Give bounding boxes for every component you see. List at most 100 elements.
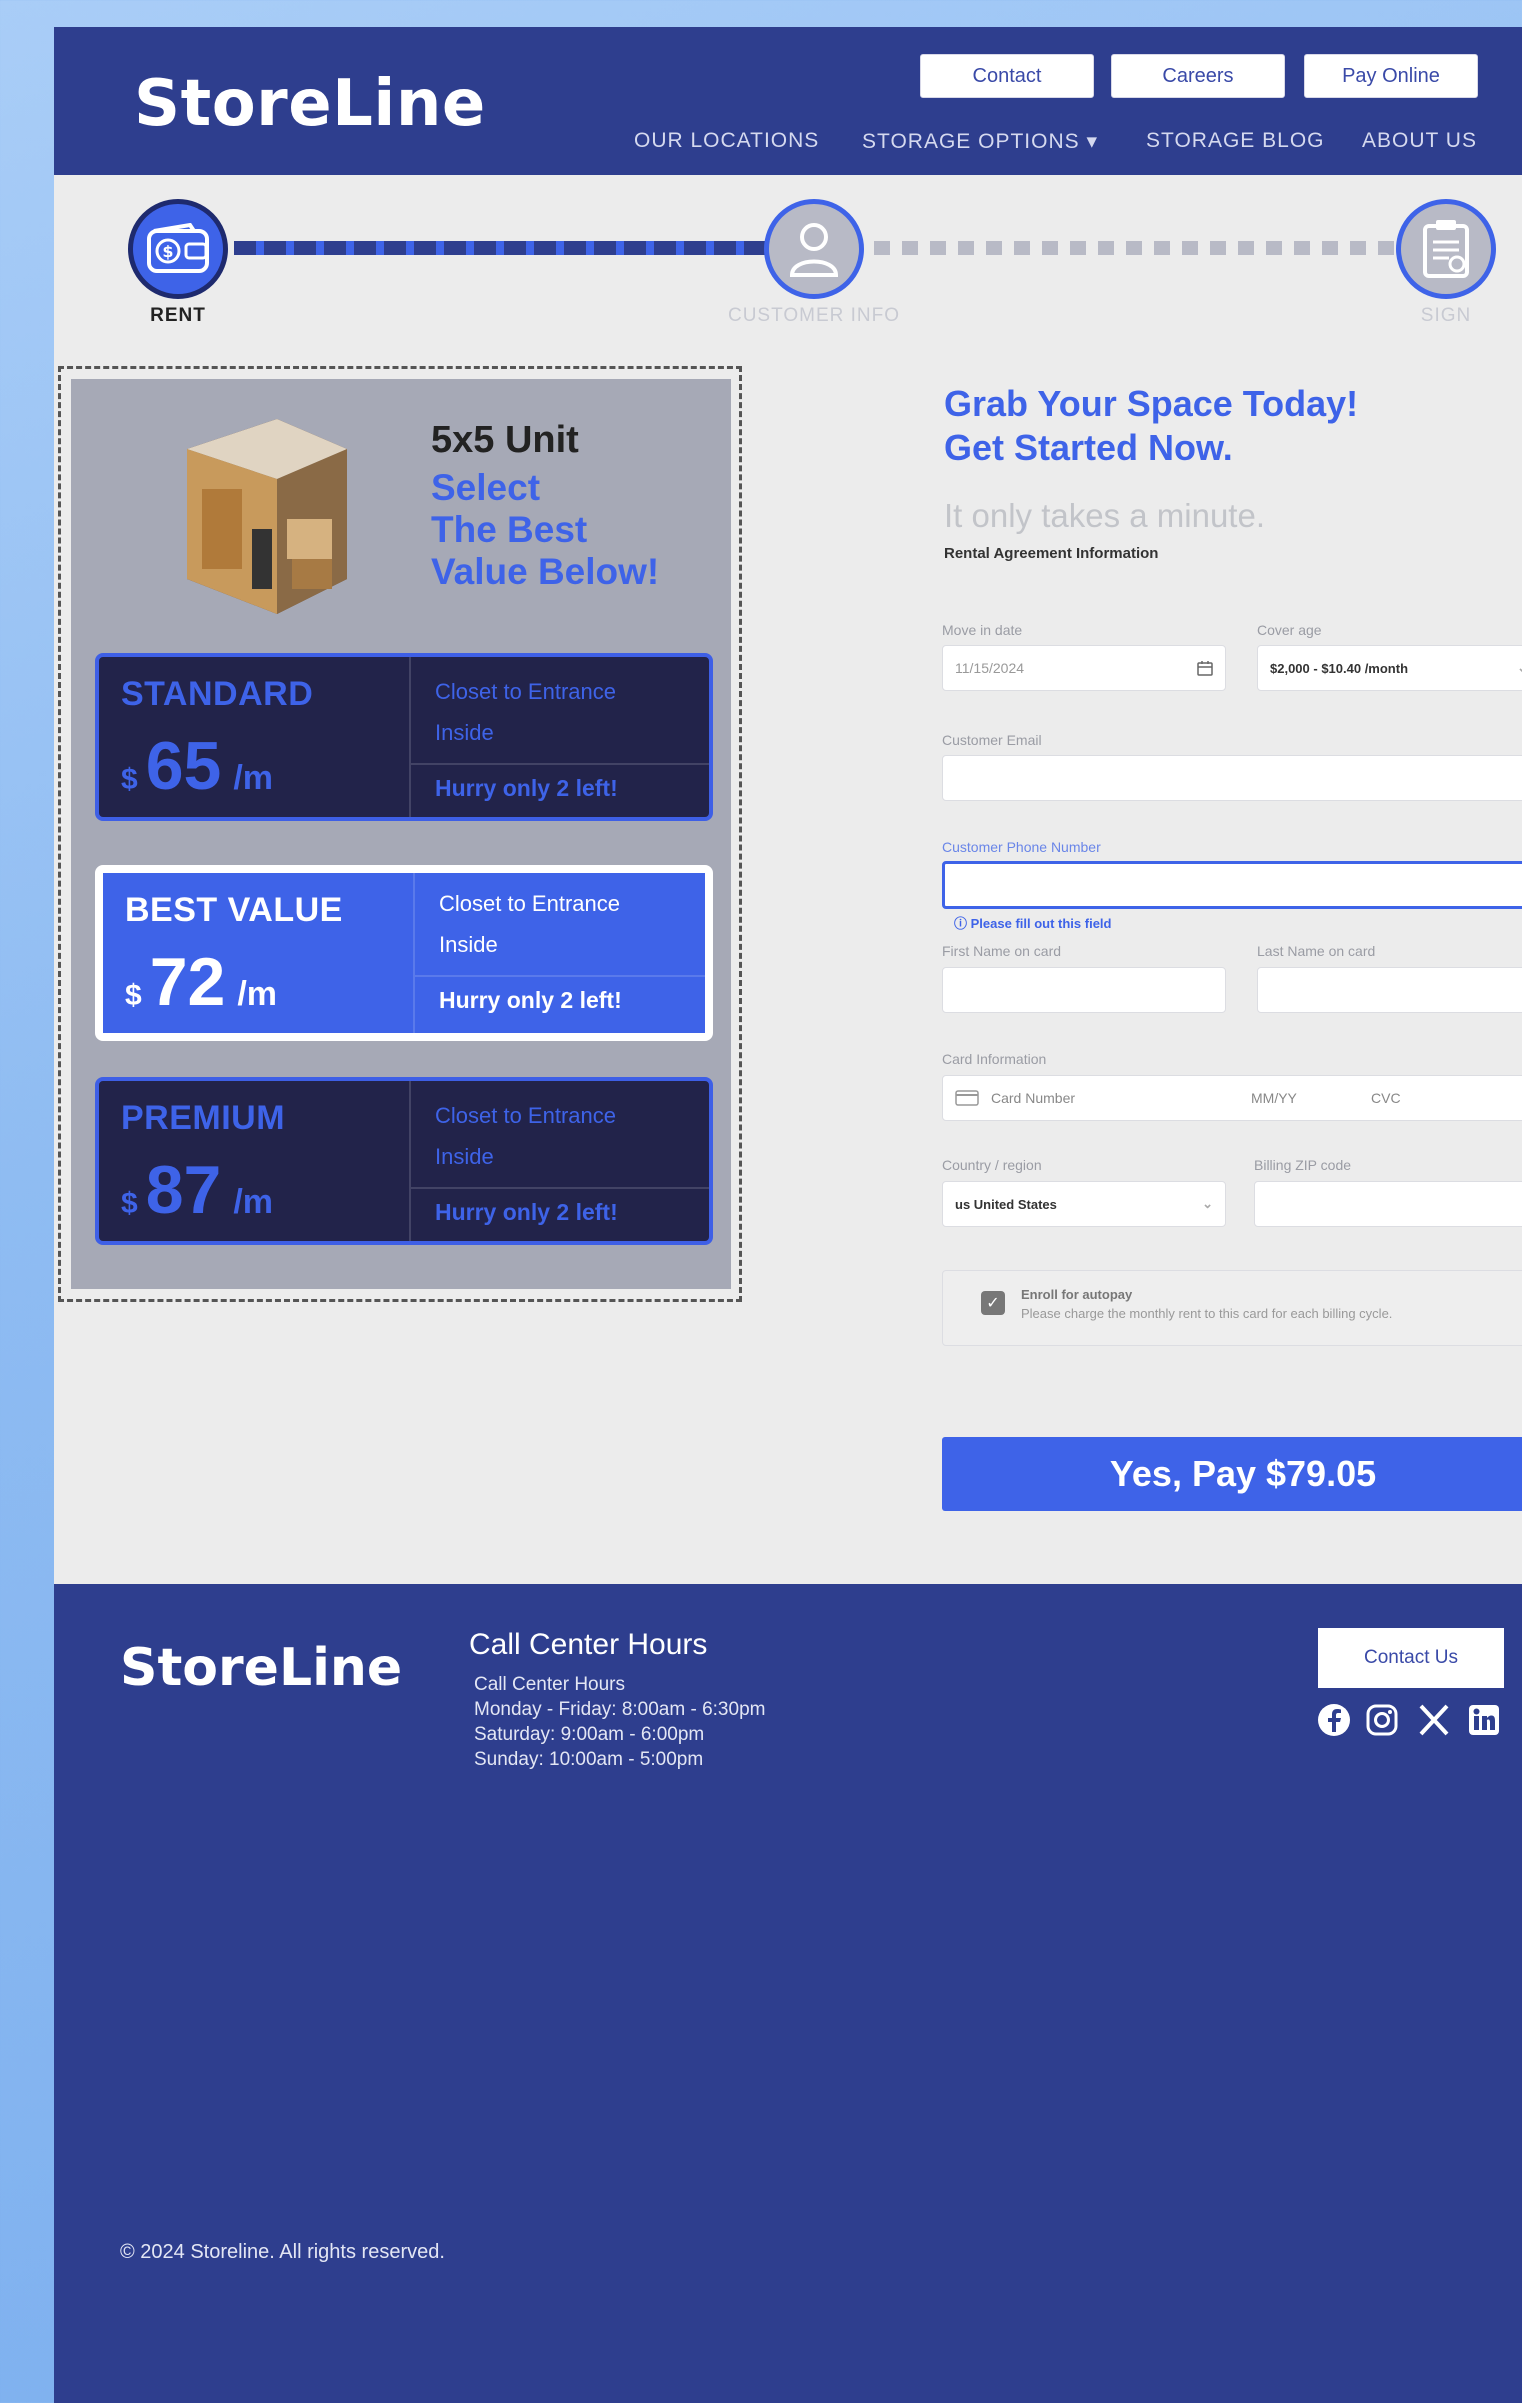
plan-price-period: /m	[233, 1183, 274, 1221]
last-name-input[interactable]	[1257, 967, 1522, 1013]
plan-divider	[415, 975, 705, 977]
billing-zip-input[interactable]	[1254, 1181, 1522, 1227]
credit-card-icon	[955, 1090, 979, 1106]
calendar-icon[interactable]	[1197, 660, 1213, 676]
step-label-rent: RENT	[150, 305, 206, 326]
unit-panel: 5x5 Unit Select The Best Value Below! ST…	[71, 379, 731, 1289]
unit-subtitle-line: The Best	[431, 509, 588, 550]
plan-hurry-text: Hurry only 2 left!	[439, 987, 622, 1013]
nav-storage-blog[interactable]: STORAGE BLOG	[1146, 129, 1325, 153]
autopay-checkbox[interactable]: ✓	[981, 1291, 1005, 1315]
linkedin-icon[interactable]	[1466, 1702, 1502, 1738]
country-label: Country / region	[942, 1157, 1042, 1173]
plan-price: $87/m	[121, 1151, 273, 1229]
info-icon: ⓘ	[954, 916, 971, 931]
page: StoreLine Contact Careers Pay Online OUR…	[54, 27, 1522, 2403]
plan-premium-card[interactable]: PREMIUM $87/m Closet to Entrance Inside …	[95, 1077, 713, 1245]
autopay-title: Enroll for autopay	[1021, 1287, 1133, 1302]
storage-unit-image	[187, 419, 347, 614]
plan-divider	[411, 763, 709, 765]
nav-storage-options[interactable]: STORAGE OPTIONS ▾	[862, 129, 1098, 154]
plan-price: $65/m	[121, 727, 273, 805]
unit-subtitle-line: Select	[431, 467, 541, 508]
move-in-date-input[interactable]: 11/15/2024	[942, 645, 1226, 691]
svg-text:$: $	[162, 242, 173, 261]
brand-logo[interactable]: StoreLine	[134, 67, 486, 141]
unit-subtitle: Select The Best Value Below!	[431, 467, 659, 593]
coverage-select[interactable]: $2,000 - $10.40 /month ⌄	[1257, 645, 1522, 691]
nav-our-locations[interactable]: OUR LOCATIONS	[634, 129, 819, 153]
plan-price: $72/m	[125, 943, 277, 1021]
unit-selection-frame: 5x5 Unit Select The Best Value Below! ST…	[58, 366, 742, 1302]
facebook-icon[interactable]	[1316, 1702, 1352, 1738]
customer-phone-label: Customer Phone Number	[942, 839, 1101, 855]
plan-price-value: 65	[145, 728, 222, 804]
footer-logo[interactable]: StoreLine	[120, 1638, 402, 1698]
chevron-down-icon: ⌄	[1517, 660, 1522, 676]
form-subheading: It only takes a minute.	[944, 497, 1265, 534]
country-select-value: us United States	[955, 1196, 1057, 1212]
site-footer: StoreLine Call Center Hours Call Center …	[54, 1584, 1522, 2403]
card-expiry-placeholder[interactable]: MM/YY	[1251, 1090, 1371, 1106]
nav-about-us[interactable]: ABOUT US	[1362, 129, 1477, 153]
coverage-select-value: $2,000 - $10.40 /month	[1270, 660, 1409, 676]
autopay-box[interactable]: ✓ Enroll for autopay Please charge the m…	[942, 1270, 1522, 1346]
footer-hours-title: Call Center Hours	[469, 1628, 708, 1661]
user-icon	[789, 223, 839, 277]
plan-price-period: /m	[233, 759, 274, 797]
customer-email-label: Customer Email	[942, 732, 1042, 748]
move-in-date-value: 11/15/2024	[955, 660, 1025, 676]
rental-agreement-title: Rental Agreement Information	[944, 545, 1159, 562]
plan-best-value-card[interactable]: BEST VALUE $72/m Closet to Entrance Insi…	[95, 865, 713, 1041]
plan-standard-card[interactable]: STANDARD $65/m Closet to Entrance Inside…	[95, 653, 713, 821]
plan-name: STANDARD	[121, 675, 314, 713]
autopay-text: Enroll for autopay Please charge the mon…	[1021, 1287, 1392, 1321]
country-select[interactable]: us United States ⌄	[942, 1181, 1226, 1227]
footer-hours-line: Sunday: 10:00am - 5:00pm	[474, 1749, 704, 1770]
plan-divider	[411, 1187, 709, 1189]
plan-currency: $	[121, 1187, 138, 1220]
footer-hours-line: Monday - Friday: 8:00am - 6:30pm	[474, 1699, 766, 1720]
pay-online-button[interactable]: Pay Online	[1304, 54, 1478, 98]
plan-premium-features: Closet to Entrance Inside Hurry only 2 l…	[409, 1081, 709, 1241]
first-name-input[interactable]	[942, 967, 1226, 1013]
plan-feature: Closet to Entrance	[439, 891, 620, 916]
plan-feature: Inside	[439, 932, 498, 957]
card-cvc-placeholder[interactable]: CVC	[1371, 1090, 1401, 1106]
plan-standard-price-area: STANDARD $65/m	[99, 657, 409, 817]
footer-contact-button[interactable]: Contact Us	[1318, 1628, 1504, 1688]
autopay-description: Please charge the monthly rent to this c…	[1021, 1306, 1393, 1321]
customer-email-input[interactable]	[942, 755, 1522, 801]
progress-line-pending	[874, 241, 1434, 255]
wallet-icon: $	[147, 223, 209, 273]
x-twitter-icon[interactable]	[1416, 1702, 1452, 1738]
plan-feature: Inside	[435, 720, 494, 745]
move-in-label: Move in date	[942, 622, 1023, 638]
card-info-input[interactable]: Card Number MM/YY CVC	[942, 1075, 1522, 1121]
footer-hours-line: Call Center Hours	[474, 1674, 625, 1695]
plan-hurry-text: Hurry only 2 left!	[435, 1199, 618, 1225]
step-sign-circle	[1396, 199, 1496, 299]
progress-line-complete	[234, 241, 814, 255]
site-header: StoreLine Contact Careers Pay Online OUR…	[54, 27, 1522, 175]
form-heading-1: Grab Your Space Today!	[944, 383, 1359, 424]
plan-price-value: 87	[145, 1152, 222, 1228]
instagram-icon[interactable]	[1364, 1702, 1400, 1738]
plan-best-value-features: Closet to Entrance Inside Hurry only 2 l…	[413, 873, 705, 1033]
first-name-label: First Name on card	[942, 943, 1062, 959]
plan-best-value-price-area: BEST VALUE $72/m	[103, 873, 413, 1033]
card-number-placeholder[interactable]: Card Number	[991, 1090, 1251, 1106]
chevron-down-icon: ⌄	[1202, 1196, 1213, 1211]
plan-standard-features: Closet to Entrance Inside Hurry only 2 l…	[409, 657, 709, 817]
plan-premium-price-area: PREMIUM $87/m	[99, 1081, 409, 1241]
plan-feature: Closet to Entrance	[435, 1103, 616, 1128]
step-customer-info-circle	[764, 199, 864, 299]
plan-price-period: /m	[237, 975, 278, 1013]
pay-button[interactable]: Yes, Pay $79.05	[942, 1437, 1522, 1511]
plan-hurry-text: Hurry only 2 left!	[435, 775, 618, 801]
contact-button[interactable]: Contact	[920, 54, 1094, 98]
careers-button[interactable]: Careers	[1111, 54, 1285, 98]
plan-feature: Inside	[435, 1144, 494, 1169]
phone-error-text: Please fill out this field	[970, 916, 1112, 931]
customer-phone-input[interactable]	[942, 861, 1522, 909]
